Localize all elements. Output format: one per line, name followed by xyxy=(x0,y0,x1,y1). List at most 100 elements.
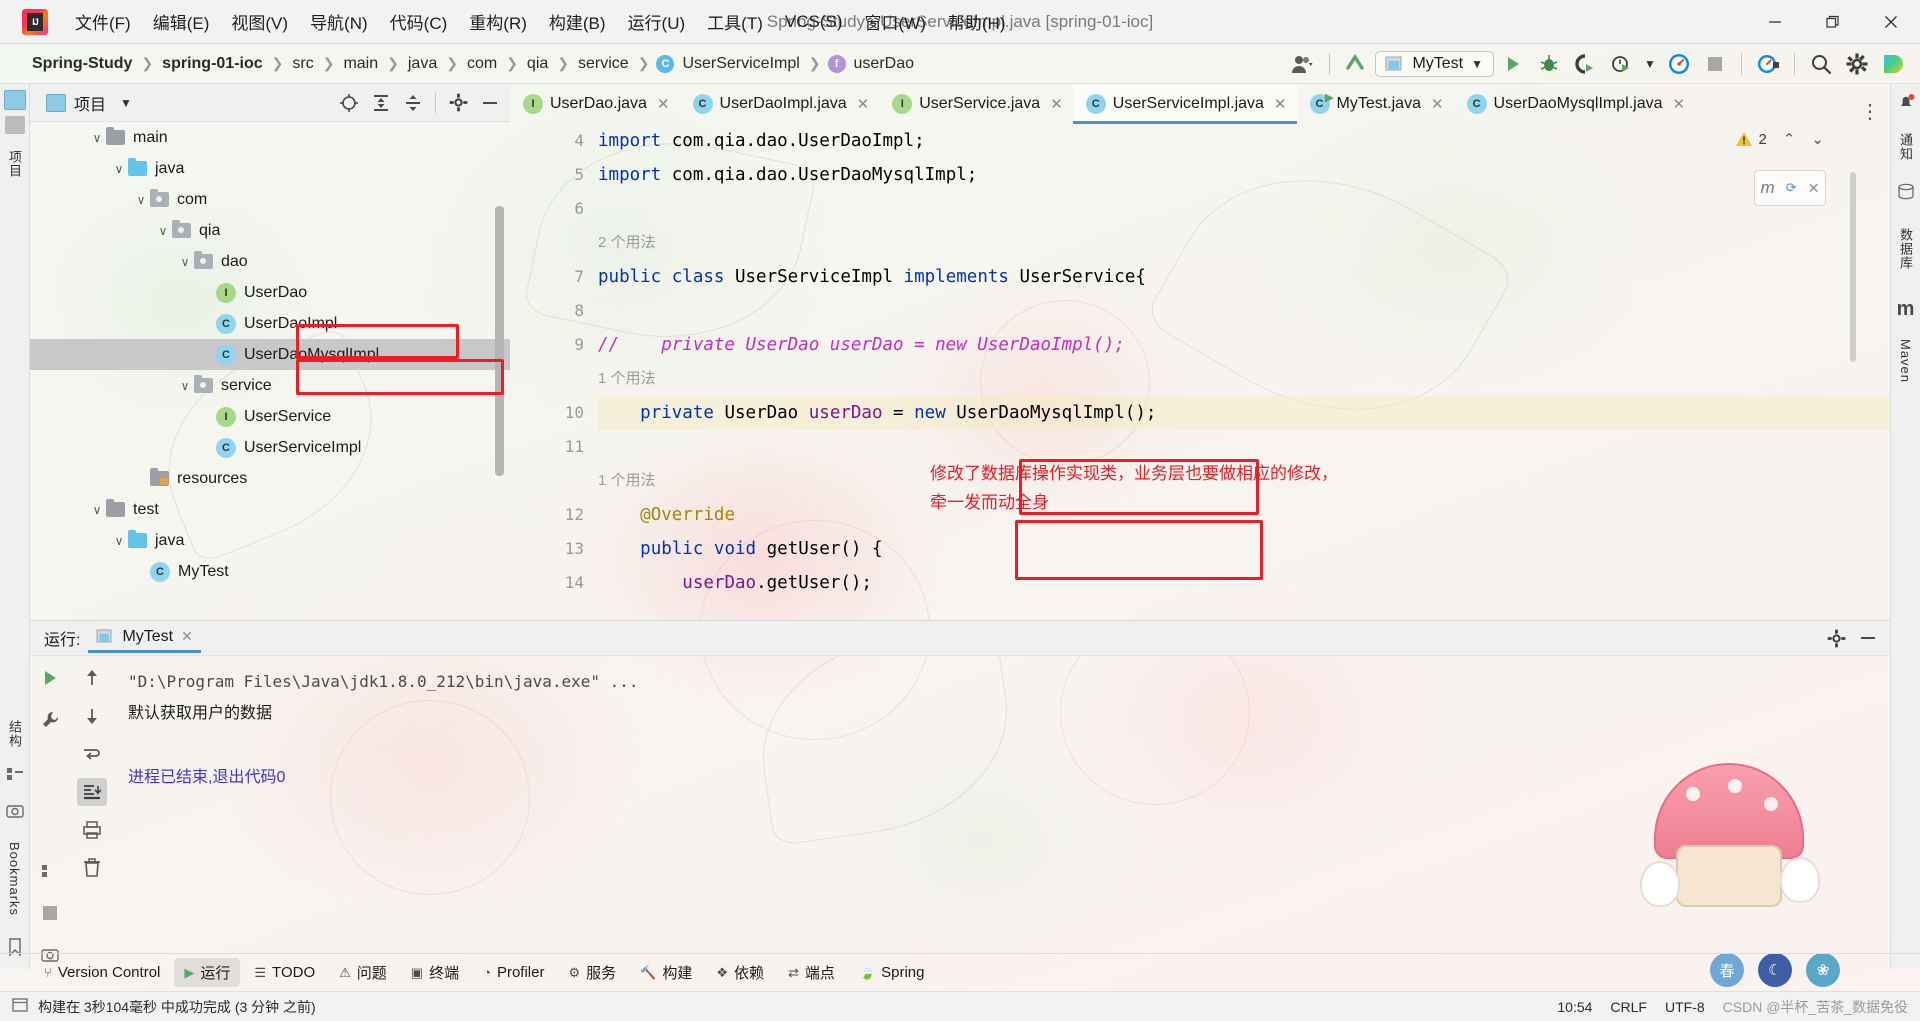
tool-window-button--[interactable]: ▣ 终端 xyxy=(401,958,469,987)
close-icon[interactable]: ✕ xyxy=(1808,180,1820,197)
sidebar-item-project[interactable]: 项目 xyxy=(2,142,27,186)
code-line-13[interactable]: public void getUser() { xyxy=(598,532,1890,566)
usage-hint[interactable]: 1 个用法 xyxy=(598,362,1890,396)
chevron-down-icon[interactable]: ∨ xyxy=(154,224,172,238)
code-line-14[interactable]: userDao.getUser(); xyxy=(598,566,1890,600)
chevron-down-icon[interactable]: ∨ xyxy=(176,379,194,393)
soft-wrap-icon[interactable] xyxy=(77,740,107,768)
editor-tab-userdaoimpl-java[interactable]: C UserDaoImpl.java ✕ xyxy=(680,84,880,124)
collapse-all-icon[interactable] xyxy=(399,90,427,116)
chevron-down-icon[interactable]: ∨ xyxy=(88,131,106,145)
breadcrumb-item-com[interactable]: com xyxy=(465,55,499,73)
run-configuration-selector[interactable]: MyTest ▼ xyxy=(1375,50,1494,77)
code-line-5[interactable]: import com.qia.dao.UserDaoMysqlImpl; xyxy=(598,158,1890,192)
menu-item-0[interactable]: 文件(F) xyxy=(64,5,142,38)
user-avatar-icon[interactable] xyxy=(1286,49,1320,79)
attach-profiler-icon[interactable] xyxy=(1751,49,1785,79)
tree-node-com[interactable]: ∨ com xyxy=(30,184,510,215)
code-line-6[interactable] xyxy=(598,192,1890,226)
chevron-down-icon[interactable]: ∨ xyxy=(88,503,106,517)
code-line-7[interactable]: public class UserServiceImpl implements … xyxy=(598,260,1890,294)
hide-panel-icon[interactable] xyxy=(1854,625,1882,651)
menu-item-2[interactable]: 视图(V) xyxy=(220,5,299,38)
sidebar-item-notifications[interactable]: 通知 xyxy=(1893,125,1918,169)
close-button[interactable] xyxy=(1862,0,1920,44)
debug-button[interactable] xyxy=(1532,49,1566,79)
tree-node-main[interactable]: ∨ main xyxy=(30,122,510,153)
sidebar-item-bookmarks[interactable]: Bookmarks xyxy=(4,834,25,924)
settings-gear-icon[interactable] xyxy=(1840,49,1874,79)
print-icon[interactable] xyxy=(77,816,107,844)
hide-panel-icon[interactable] xyxy=(476,90,504,116)
minimize-button[interactable] xyxy=(1746,0,1804,44)
tree-node-userdaoimpl[interactable]: C UserDaoImpl xyxy=(30,308,510,339)
tree-node-userserviceimpl[interactable]: C UserServiceImpl xyxy=(30,432,510,463)
console-output[interactable]: "D:\Program Files\Java\jdk1.8.0_212\bin\… xyxy=(114,656,1890,969)
editor-tab-userdaomysqlimpl-java[interactable]: C UserDaoMysqlImpl.java ✕ xyxy=(1454,84,1696,124)
code-line-9[interactable]: // private UserDao userDao = new UserDao… xyxy=(598,328,1890,362)
editor-tab-userservice-java[interactable]: I UserService.java ✕ xyxy=(879,84,1073,124)
stop-button[interactable] xyxy=(1698,49,1732,79)
close-icon[interactable]: ✕ xyxy=(1050,95,1063,113)
menu-item-3[interactable]: 导航(N) xyxy=(299,5,379,38)
close-icon[interactable]: ✕ xyxy=(181,628,193,645)
chevron-down-icon[interactable]: ▼ xyxy=(120,96,132,110)
editor-tab-userserviceimpl-java[interactable]: C UserServiceImpl.java ✕ xyxy=(1072,84,1297,124)
tree-node-resources[interactable]: resources xyxy=(30,463,510,494)
tree-node-test[interactable]: ∨ test xyxy=(30,494,510,525)
breadcrumb-item-userdao[interactable]: f userDao xyxy=(827,54,916,73)
tool-window-bar[interactable]: ⑂ Version Control ▶ 运行 ☰ TODO ⚠ 问题 ▣ 终端 ◔ Profiler ⚙… xyxy=(0,953,1920,991)
breadcrumb-item-qia[interactable]: qia xyxy=(525,55,550,73)
screenshot-icon[interactable] xyxy=(5,803,24,824)
maven-icon[interactable]: m xyxy=(1897,298,1915,321)
update-project-icon[interactable] xyxy=(1339,49,1373,79)
close-icon[interactable]: ✕ xyxy=(857,95,870,113)
chevron-down-icon[interactable]: ∨ xyxy=(176,255,194,269)
structure-small-icon[interactable] xyxy=(35,857,65,885)
close-icon[interactable]: ✕ xyxy=(1431,95,1444,113)
menu-item-1[interactable]: 编辑(E) xyxy=(142,5,221,38)
scroll-to-end-icon[interactable] xyxy=(77,778,107,806)
stop-small-icon[interactable] xyxy=(35,899,65,927)
editor-tabs-overflow-icon[interactable]: ⋮ xyxy=(1850,99,1890,124)
project-tree-scrollbar[interactable] xyxy=(495,206,504,476)
file-encoding[interactable]: UTF-8 xyxy=(1665,999,1705,1015)
line-separator[interactable]: CRLF xyxy=(1610,999,1647,1015)
commit-tool-icon[interactable] xyxy=(4,116,25,134)
tool-window-button-spring[interactable]: 🍃 Spring xyxy=(849,960,935,985)
breadcrumb-item-spring-01-ioc[interactable]: spring-01-ioc xyxy=(160,55,264,73)
tree-node-service[interactable]: ∨ service xyxy=(30,370,510,401)
wrench-icon[interactable] xyxy=(35,706,65,734)
chevron-down-icon[interactable]: ▼ xyxy=(1640,49,1660,79)
breadcrumb-item-service[interactable]: service xyxy=(576,55,631,73)
notifications-bell-icon[interactable] xyxy=(1896,92,1916,117)
editor-tabs[interactable]: I UserDao.java ✕ C UserDaoImpl.java ✕ I UserSer… xyxy=(510,84,1890,124)
rerun-button[interactable] xyxy=(35,664,65,692)
search-everywhere-icon[interactable] xyxy=(1804,49,1838,79)
project-tree[interactable]: ∨ main ∨ java ∨ com ∨ qia ∨ dao I UserDao C UserDaoIm… xyxy=(30,122,510,620)
menu-item-8[interactable]: 工具(T) xyxy=(696,5,774,38)
tree-node-dao[interactable]: ∨ dao xyxy=(30,246,510,277)
inspection-status-badge[interactable]: 2 ⌃ ⌄ xyxy=(1735,130,1824,148)
tool-window-button--[interactable]: ⚙ 服务 xyxy=(558,958,626,987)
tree-node-mytest[interactable]: C MyTest xyxy=(30,556,510,587)
breadcrumb-item-spring-study[interactable]: Spring-Study xyxy=(30,55,134,73)
project-settings-gear-icon[interactable] xyxy=(444,90,472,116)
breadcrumb-item-userserviceimpl[interactable]: C UserServiceImpl xyxy=(656,54,801,73)
chevron-down-icon[interactable]: ∨ xyxy=(132,193,150,207)
run-with-coverage-button[interactable] xyxy=(1568,49,1602,79)
run-panel-settings-icon[interactable] xyxy=(1822,625,1850,651)
refresh-icon[interactable]: ⟳ xyxy=(1786,180,1797,196)
breadcrumb-item-java[interactable]: java xyxy=(406,55,439,73)
tree-node-userdao[interactable]: I UserDao xyxy=(30,277,510,308)
tree-node-qia[interactable]: ∨ qia xyxy=(30,215,510,246)
menu-item-9[interactable]: VCS(S) xyxy=(774,8,854,36)
menu-item-5[interactable]: 重构(R) xyxy=(458,5,538,38)
sidebar-item-structure[interactable]: 结构 xyxy=(2,712,27,756)
run-tab-mytest[interactable]: MyTest ✕ xyxy=(88,624,201,653)
expand-all-icon[interactable] xyxy=(367,90,395,116)
chevron-down-icon[interactable]: ▼ xyxy=(1471,57,1483,71)
tool-window-button-profiler[interactable]: ◔ Profiler xyxy=(473,960,554,985)
tool-window-button--[interactable]: 🔨 构建 xyxy=(630,958,702,987)
menu-item-4[interactable]: 代码(C) xyxy=(379,5,459,38)
